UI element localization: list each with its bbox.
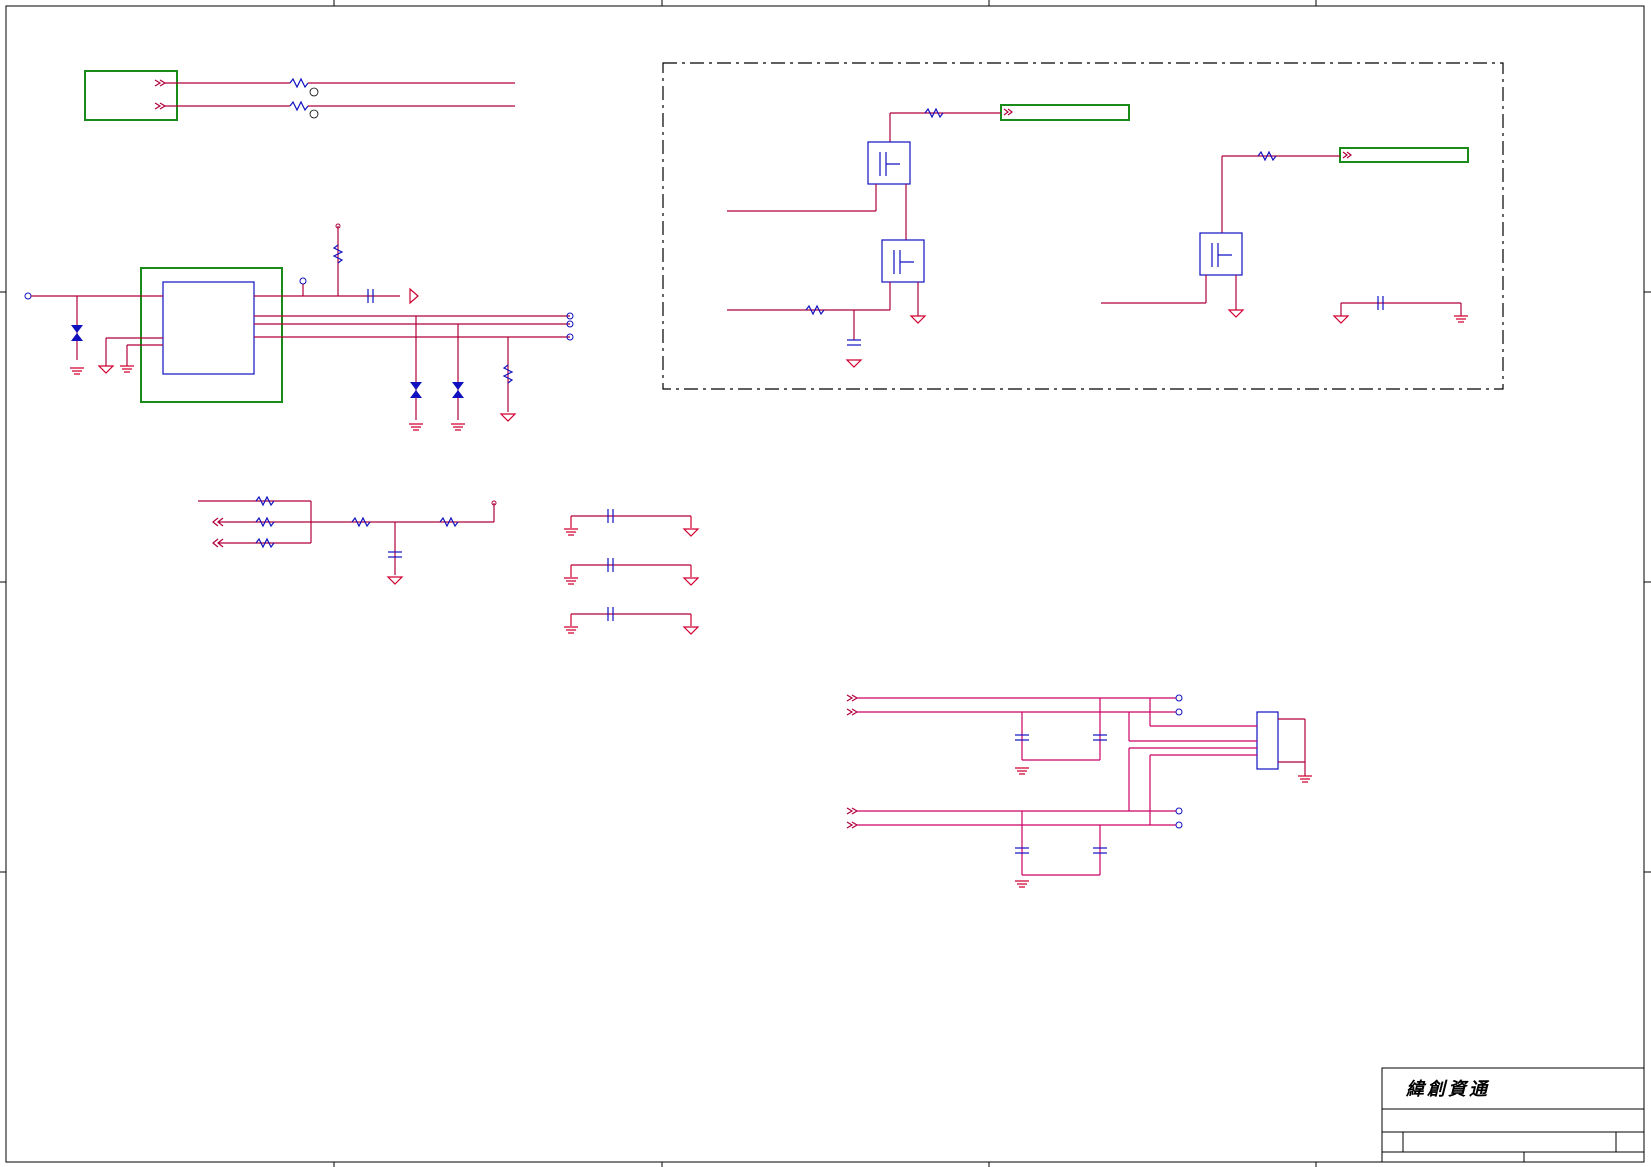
- title-block: 緯創資通: [1381, 1067, 1645, 1163]
- power-switch-region: [662, 62, 1504, 390]
- connector-block-top-left: [84, 70, 515, 121]
- schematic-sheet: 緯創資通: [0, 0, 1651, 1167]
- sheet-border: [0, 0, 1651, 1167]
- ic-block-left: [24, 223, 574, 431]
- connector-filter-network: [846, 694, 1312, 888]
- company-name: 緯創資通: [1405, 1079, 1490, 1100]
- resistor-network: [198, 495, 497, 585]
- bypass-capacitors: [564, 509, 700, 635]
